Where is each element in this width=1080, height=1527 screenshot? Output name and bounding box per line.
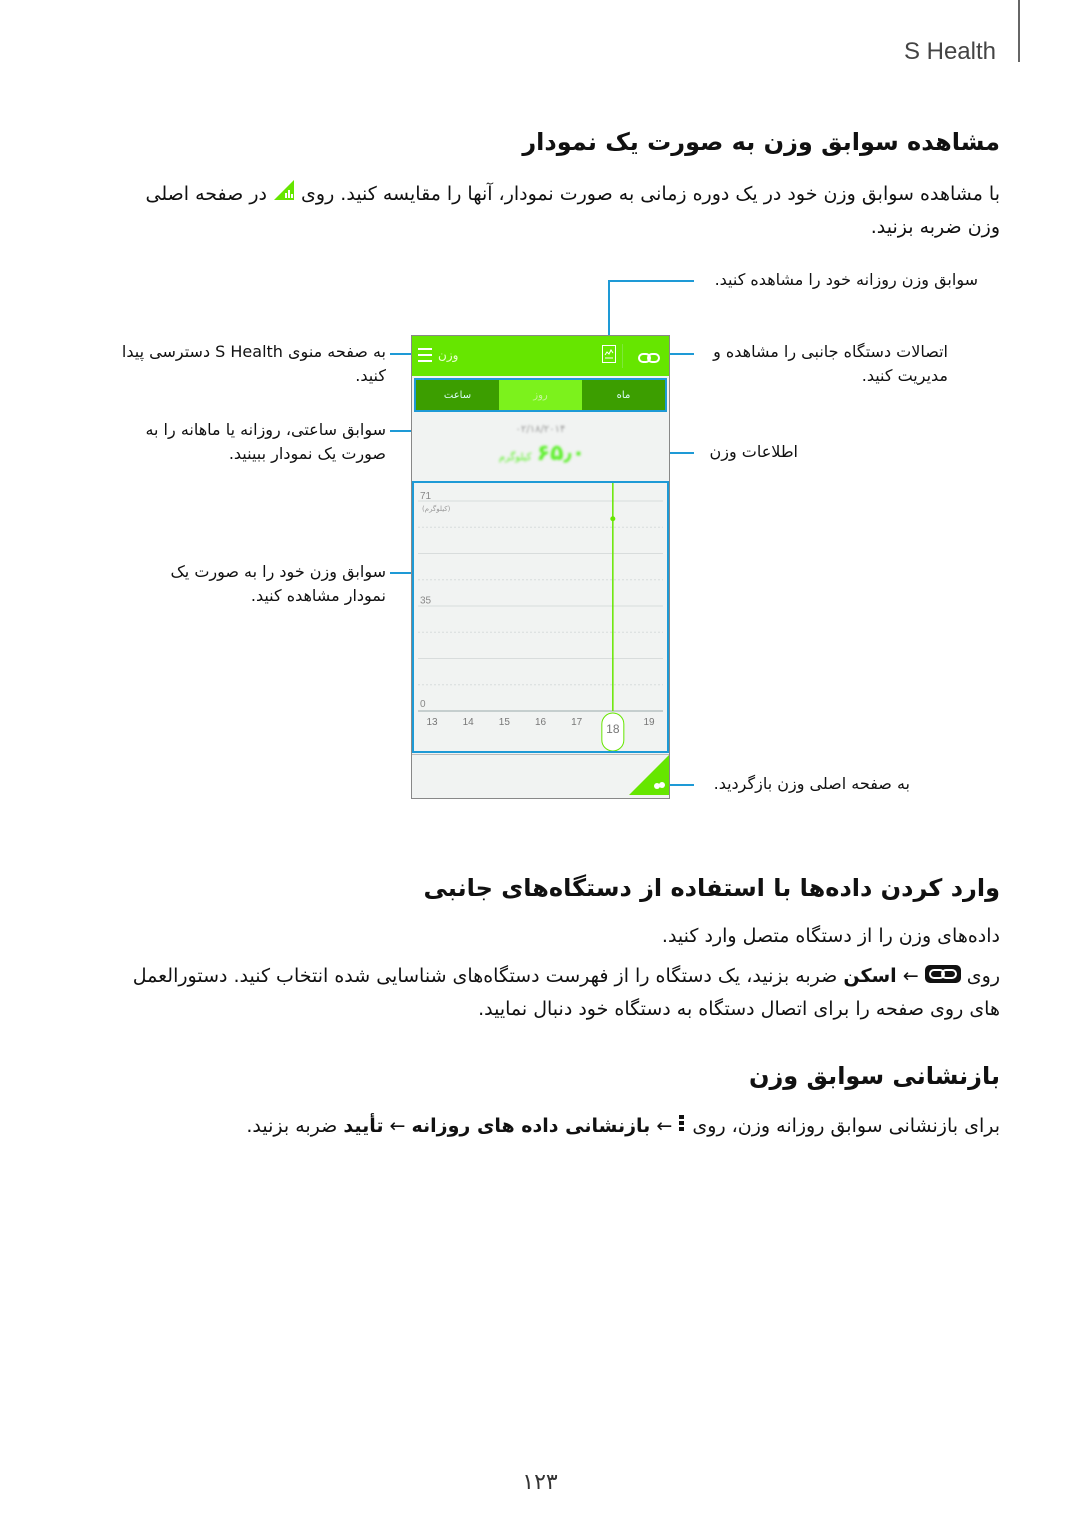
y-tick-label: 35: [420, 595, 432, 606]
back-to-main-button[interactable]: [629, 755, 669, 799]
callout-connections-l1: اتصالات دستگاه جانبی را مشاهده و: [713, 342, 948, 361]
callout-menu-l2: کنید.: [355, 366, 386, 385]
section-title-reset: بازنشانی سوابق وزن: [748, 1062, 1000, 1090]
tab-hour[interactable]: ساعت: [416, 380, 499, 410]
topbar-title: وزن: [438, 348, 459, 362]
callout-graph-l1: سوابق وزن خود را به صورت یک: [170, 562, 386, 581]
record-date: ۰۲/۱۸/۲۰۱۴: [515, 424, 566, 435]
callout-menu-l1: به صفحه منوی S Health دسترسی پیدا: [121, 342, 386, 361]
period-tabs: ساعت روز ماه: [414, 378, 667, 412]
x-tick-label: 18: [606, 722, 620, 736]
section2-steps: روی ← اسکن ضربه بزنید، یک دستگاه را از ف…: [80, 960, 1000, 1025]
app-topbar: وزن: [412, 336, 669, 376]
callout-line-daily-h: [608, 280, 694, 282]
callout-periods: سوابق ساعتی، روزانه یا ماهانه را به صورت…: [110, 418, 386, 466]
section2-step-a: روی: [966, 965, 1000, 987]
tab-month[interactable]: ماه: [582, 380, 665, 410]
callout-line-graph: [390, 572, 412, 574]
topbar-divider: [622, 344, 623, 368]
arrow-icon: ←: [902, 965, 919, 987]
data-point: [610, 516, 616, 522]
app-title: S Health: [903, 38, 996, 65]
callout-periods-l2: صورت یک نمودار ببینید.: [228, 444, 386, 463]
menu-icon[interactable]: [418, 348, 432, 362]
callout-menu: به صفحه منوی S Health دسترسی پیدا کنید.: [100, 340, 386, 388]
x-tick-label: 19: [643, 717, 655, 728]
x-tick-label: 13: [426, 717, 438, 728]
connection-link-icon[interactable]: [638, 349, 660, 368]
callout-weight-info: اطلاعات وزن: [709, 442, 799, 461]
link-icon: [924, 961, 961, 993]
x-tick-label: 17: [571, 717, 583, 728]
section1-text-c: وزن ضربه بزنید.: [870, 215, 1000, 238]
callout-connections: اتصالات دستگاه جانبی را مشاهده و مدیریت …: [698, 340, 948, 388]
phone-screenshot: وزن ساعت روز ماه ۰۲/۱۸/۲۰۱۴ ۶۵٫۰ کیلوگرم…: [411, 335, 670, 799]
bottom-bar: [412, 754, 669, 799]
y-tick-label: 0: [420, 699, 426, 710]
section3-text-a: برای بازنشانی سوابق روزانه وزن، روی: [692, 1115, 1000, 1137]
section2-intro: داده‌های وزن را از دستگاه متصل وارد کنید…: [661, 925, 1000, 947]
callout-daily-records: سوابق وزن روزانه خود را مشاهده کنید.: [714, 270, 978, 289]
section2-step-line2: های روی صفحه را برای اتصال دستگاه به دست…: [478, 997, 1000, 1020]
reset-daily-label: بازنشانی داده های روزانه: [411, 1115, 651, 1137]
section2-step-b: ضربه بزنید، یک دستگاه را از فهرست دستگاه…: [132, 965, 838, 987]
section-title-graph: مشاهده سوابق وزن به صورت یک نمودار: [522, 128, 1000, 156]
section1-text-a: با مشاهده سوابق وزن خود در یک دوره زمانی…: [301, 183, 1000, 205]
confirm-label: تأیید: [343, 1115, 384, 1137]
callout-graph-l2: نمودار مشاهده کنید.: [250, 586, 386, 605]
callout-periods-l1: سوابق ساعتی، روزانه یا ماهانه را به: [145, 420, 386, 439]
section3-body: برای بازنشانی سوابق روزانه وزن، روی ← با…: [80, 1110, 1000, 1143]
section3-text-b: ضربه بزنید.: [246, 1115, 338, 1137]
graph-icon: [273, 179, 295, 211]
scan-label: اسکن: [843, 965, 897, 987]
arrow-icon: ←: [656, 1115, 673, 1137]
header-divider: [1018, 0, 1020, 62]
weight-readout: ۶۵٫۰ کیلوگرم: [482, 441, 602, 466]
chart-svg: 71 35 0 (کیلوگرم) 13 14 15 16 17 18 19: [418, 483, 663, 752]
y-tick-label: 71: [420, 491, 432, 502]
callout-connections-l2: مدیریت کنید.: [861, 366, 948, 385]
weight-value: ۶۵٫۰: [536, 441, 586, 466]
section1-body: با مشاهده سوابق وزن خود در یک دوره زمانی…: [80, 178, 1000, 243]
x-tick-label: 14: [463, 717, 475, 728]
weight-unit: کیلوگرم: [498, 452, 532, 463]
x-tick-label: 15: [499, 717, 511, 728]
daily-records-icon[interactable]: [602, 345, 616, 363]
callout-graph: سوابق وزن خود را به صورت یک نمودار مشاهد…: [130, 560, 386, 608]
x-tick-label: 16: [535, 717, 547, 728]
page-number: ۱۲۳: [522, 1470, 558, 1495]
weight-chart[interactable]: 71 35 0 (کیلوگرم) 13 14 15 16 17 18 19: [412, 481, 669, 753]
section1-text-b: در صفحه اصلی: [145, 183, 267, 205]
section-title-import: وارد کردن داده‌ها با استفاده از دستگاه‌ه…: [423, 874, 1001, 902]
arrow-icon: ←: [389, 1115, 406, 1137]
callout-back-main: به صفحه اصلی وزن بازگردید.: [713, 774, 910, 793]
y-axis-unit-label: (کیلوگرم): [422, 504, 451, 513]
more-options-icon: [678, 1111, 686, 1143]
tab-day[interactable]: روز: [499, 380, 582, 410]
